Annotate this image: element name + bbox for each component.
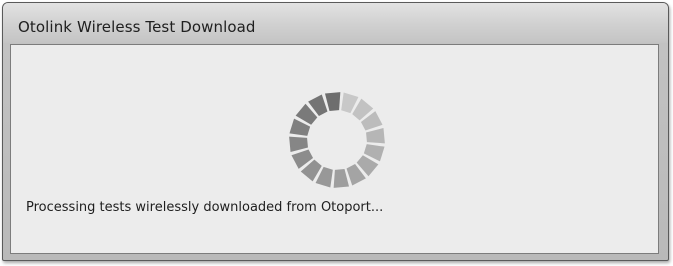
window-title: Otolink Wireless Test Download	[18, 18, 256, 36]
spinner-segment	[366, 127, 385, 144]
loading-spinner-icon	[289, 92, 385, 188]
status-message: Processing tests wirelessly downloaded f…	[26, 200, 384, 215]
title-bar[interactable]: Otolink Wireless Test Download	[3, 3, 668, 43]
spinner-segment	[333, 169, 350, 188]
spinner-segment	[289, 136, 308, 153]
spinner-segment	[324, 92, 341, 111]
dialog-content: Processing tests wirelessly downloaded f…	[10, 44, 659, 254]
dialog-window: Otolink Wireless Test Download Processin…	[2, 2, 669, 261]
